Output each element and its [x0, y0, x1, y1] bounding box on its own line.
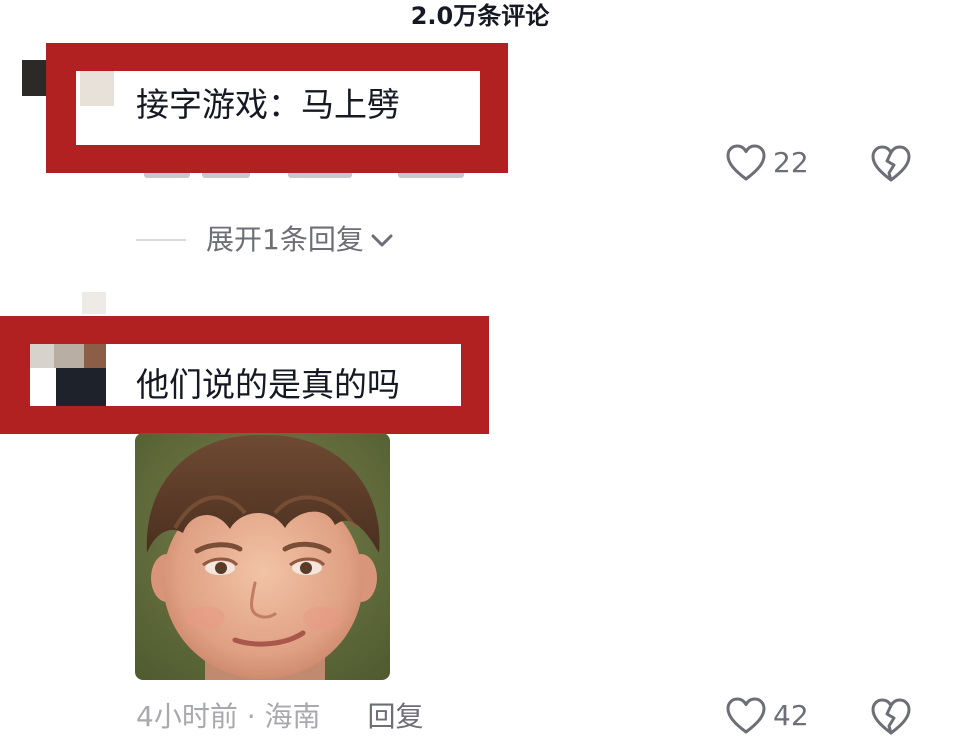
chevron-down-icon — [371, 234, 393, 247]
heart-outline-icon — [726, 697, 766, 734]
comment-meta-hidden — [140, 172, 500, 184]
expand-replies-label: 展开1条回复 — [206, 223, 364, 256]
like-count: 42 — [773, 699, 809, 732]
comment-time: 4小时前 — [136, 700, 238, 733]
dislike-button[interactable] — [870, 144, 912, 184]
comment-text: 他们说的是真的吗 — [136, 365, 400, 404]
meta-separator: · — [246, 700, 256, 733]
heart-outline-icon — [726, 144, 766, 181]
broken-heart-icon — [871, 145, 911, 182]
kid-face-image — [135, 433, 390, 680]
comment-text: 接字游戏：马上劈 — [136, 85, 400, 124]
broken-heart-icon — [871, 698, 911, 735]
avatar-mosaic-1 — [82, 292, 106, 314]
comment-meta: 4小时前 · 海南 回复 — [136, 697, 423, 737]
reaction-image[interactable] — [135, 433, 390, 680]
dislike-button[interactable] — [870, 697, 912, 737]
divider-line — [136, 239, 186, 241]
comments-count-title: 2.0万条评论 — [410, 2, 550, 30]
comment-location: 海南 — [264, 700, 321, 733]
reply-button[interactable]: 回复 — [367, 700, 423, 733]
expand-replies-button[interactable]: 展开1条回复 — [136, 222, 396, 258]
like-count: 22 — [773, 146, 809, 179]
like-button[interactable]: 22 — [725, 143, 809, 183]
like-button[interactable]: 42 — [725, 696, 809, 736]
